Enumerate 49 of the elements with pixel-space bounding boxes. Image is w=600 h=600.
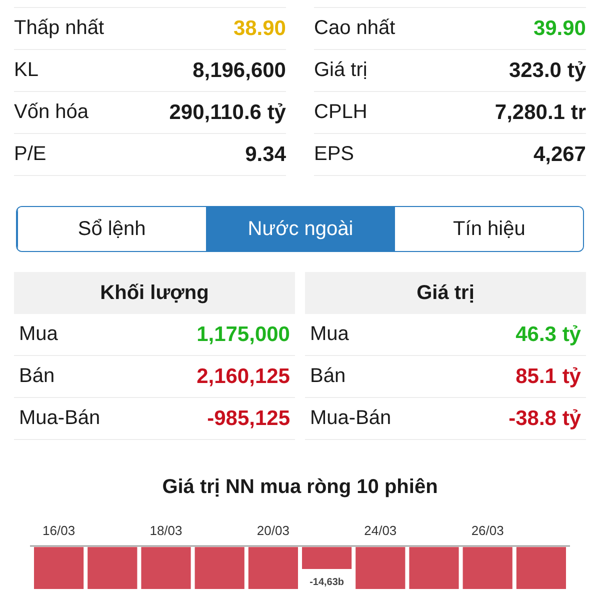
stat-label: Giá trị xyxy=(314,59,368,82)
row-label: Bán xyxy=(310,365,346,388)
chart-bar xyxy=(141,547,191,589)
row-value: 1,175,000 xyxy=(196,322,290,346)
chart-title: Giá trị NN mua ròng 10 phiên xyxy=(161,476,439,499)
stat-value: 7,280.1 tr xyxy=(494,100,586,124)
tab[interactable]: Nước ngoài xyxy=(206,207,394,251)
row-label: Bán xyxy=(19,365,55,388)
column-header: Giá trị xyxy=(305,272,586,314)
date-label: 26/03 xyxy=(471,523,504,538)
chart-bar xyxy=(409,547,459,589)
row-label: Mua-Bán xyxy=(19,407,100,430)
stat-label: Thấp nhất xyxy=(14,17,104,40)
stat-value: 8,196,600 xyxy=(192,58,286,82)
stat-value: 38.90 xyxy=(233,16,286,40)
row-value: 85.1 tỷ xyxy=(516,364,581,388)
stat-label: EPS xyxy=(314,143,354,166)
row-value: -38.8 tỷ xyxy=(508,406,581,430)
row-label: Mua-Bán xyxy=(310,407,392,430)
chart-bar xyxy=(356,547,406,589)
date-label: 20/03 xyxy=(256,523,290,538)
stat-value: 4,267 xyxy=(533,142,586,166)
stat-label: KL xyxy=(14,59,38,82)
tab[interactable]: Tín hiệu xyxy=(394,207,583,251)
bar-value-label: -14,63b xyxy=(310,577,344,588)
chart-bar xyxy=(516,547,566,589)
chart-bar xyxy=(88,547,138,589)
stat-label: Vốn hóa xyxy=(14,101,89,124)
date-label: 16/03 xyxy=(42,523,76,538)
chart-bar xyxy=(462,547,512,589)
stat-label: CPLH xyxy=(314,101,368,124)
chart-bar xyxy=(34,547,84,589)
row-label: Mua xyxy=(19,323,58,346)
stat-label: Cao nhất xyxy=(314,17,396,40)
chart-bar xyxy=(248,547,298,589)
row-value: 46.3 tỷ xyxy=(516,322,581,346)
row-label: Mua xyxy=(310,323,349,346)
chart-bar xyxy=(194,547,244,589)
stat-value: 323.0 tỷ xyxy=(508,58,586,82)
column-header: Khối lượng xyxy=(14,272,295,314)
date-label: 18/03 xyxy=(150,523,182,538)
date-label: 24/03 xyxy=(364,523,397,538)
stat-value: 9.34 xyxy=(245,142,286,166)
row-value: -985,125 xyxy=(207,406,290,430)
stat-value: 290,110.6 tỷ xyxy=(169,100,286,124)
stat-label: P/E xyxy=(14,143,46,166)
row-value: 2,160,125 xyxy=(196,364,290,388)
stat-value: 39.90 xyxy=(533,16,586,40)
chart-bar xyxy=(302,547,352,569)
